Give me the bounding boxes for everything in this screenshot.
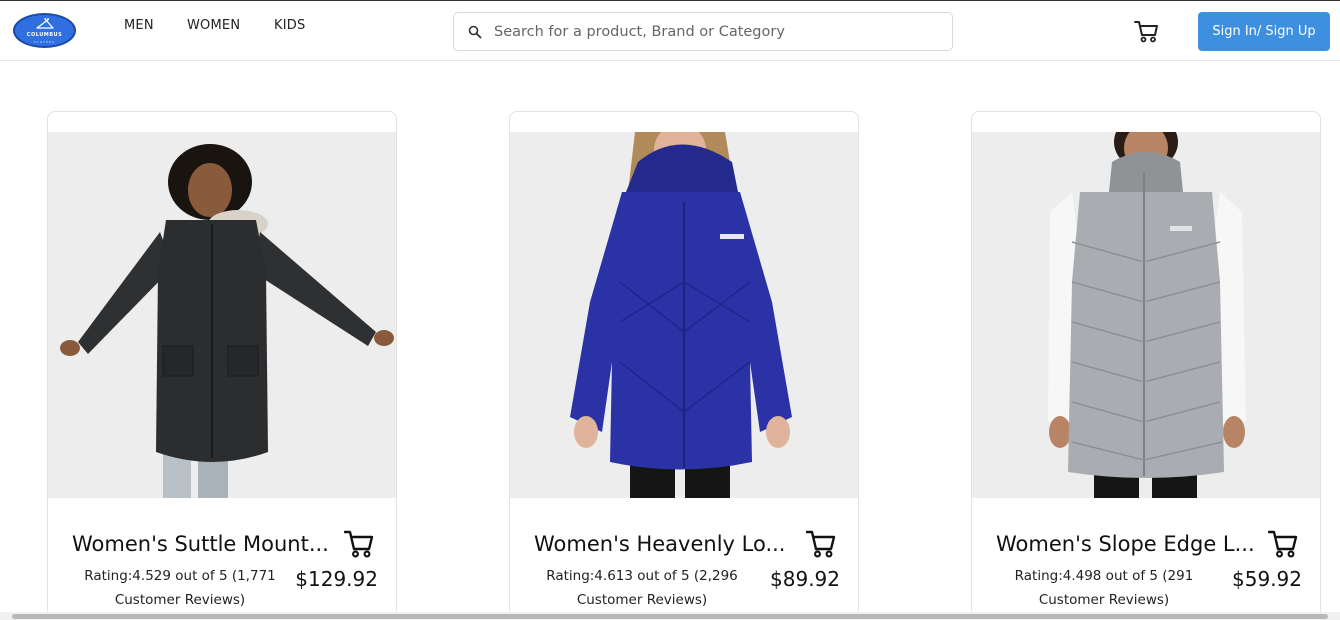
review-count-text: Customer Reviews): [1038, 592, 1170, 608]
logo-subtext: CLOTHES: [34, 40, 55, 44]
search-bar: [453, 12, 953, 51]
search-icon[interactable]: [468, 25, 482, 39]
add-to-cart-icon[interactable]: [1268, 530, 1298, 558]
brand-logo[interactable]: COLUMBUS CLOTHES: [13, 13, 76, 48]
rating-text: Rating:4.498 out of 5 (291: [1014, 568, 1194, 584]
scrollbar-thumb[interactable]: [12, 614, 1328, 619]
add-to-cart-icon[interactable]: [344, 530, 374, 558]
review-count-text: Customer Reviews): [576, 592, 708, 608]
hanger-icon: [36, 18, 54, 29]
product-card[interactable]: Women's Slope Edge L... Rating:4.498 out…: [971, 111, 1321, 620]
nav-link-men[interactable]: MEN: [124, 18, 154, 33]
product-rating: Rating:4.529 out of 5 (1,771 Customer Re…: [70, 564, 290, 612]
product-rating: Rating:4.613 out of 5 (2,296 Customer Re…: [532, 564, 752, 612]
logo-text: COLUMBUS: [26, 32, 63, 38]
review-count-text: Customer Reviews): [114, 592, 246, 608]
navbar: COLUMBUS CLOTHES MEN WOMEN KIDS Sign In/…: [0, 1, 1340, 61]
product-image[interactable]: [972, 132, 1320, 498]
sign-in-button[interactable]: Sign In/ Sign Up: [1198, 12, 1330, 51]
horizontal-scrollbar[interactable]: [0, 612, 1340, 620]
product-price: $89.92: [770, 567, 840, 591]
product-title[interactable]: Women's Slope Edge L...: [996, 532, 1268, 556]
nav-link-women[interactable]: WOMEN: [187, 18, 240, 33]
rating-text: Rating:4.529 out of 5 (1,771: [84, 568, 276, 584]
product-rating: Rating:4.498 out of 5 (291 Customer Revi…: [994, 564, 1214, 612]
product-price: $129.92: [295, 567, 378, 591]
product-image[interactable]: [48, 132, 396, 498]
nav-link-kids[interactable]: KIDS: [274, 18, 305, 33]
product-image[interactable]: [510, 132, 858, 498]
rating-text: Rating:4.613 out of 5 (2,296: [546, 568, 738, 584]
product-card[interactable]: Women's Suttle Mount... Rating:4.529 out…: [47, 111, 397, 620]
product-card[interactable]: Women's Heavenly Lo... Rating:4.613 out …: [509, 111, 859, 620]
product-title[interactable]: Women's Heavenly Lo...: [534, 532, 806, 556]
search-input[interactable]: [494, 21, 934, 43]
product-price: $59.92: [1232, 567, 1302, 591]
add-to-cart-icon[interactable]: [806, 530, 836, 558]
product-title[interactable]: Women's Suttle Mount...: [72, 532, 344, 556]
cart-icon[interactable]: [1134, 20, 1159, 43]
